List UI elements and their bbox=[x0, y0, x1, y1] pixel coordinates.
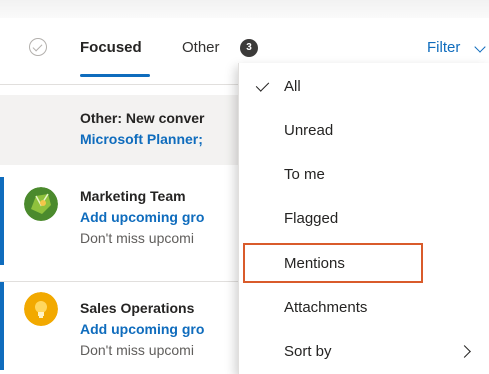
menu-item-label: Flagged bbox=[284, 210, 339, 227]
unread-indicator bbox=[0, 177, 4, 265]
chevron-right-icon bbox=[458, 345, 471, 358]
menu-item-label: Attachments bbox=[284, 299, 368, 316]
filter-dropdown-menu: All Unread To me Flagged Mentions Attach… bbox=[238, 63, 489, 374]
select-all-checkbox[interactable] bbox=[29, 38, 47, 56]
message-subject: Add upcoming gro bbox=[80, 321, 205, 337]
menu-item-flagged[interactable]: Flagged bbox=[239, 199, 489, 239]
mentions-highlight-box bbox=[243, 243, 423, 283]
checkmark-icon bbox=[255, 78, 270, 92]
menu-item-unread[interactable]: Unread bbox=[239, 111, 489, 151]
message-sender: Marketing Team bbox=[80, 188, 186, 204]
tab-other[interactable]: Other bbox=[182, 39, 220, 56]
menu-item-label: Unread bbox=[284, 122, 334, 139]
unread-indicator bbox=[0, 282, 4, 370]
menu-item-attachments[interactable]: Attachments bbox=[239, 288, 489, 328]
message-subject: Add upcoming gro bbox=[80, 209, 205, 225]
message-preview: Don't miss upcomi bbox=[80, 230, 194, 246]
avatar bbox=[24, 292, 58, 326]
filter-button[interactable]: Filter bbox=[427, 39, 460, 56]
message-preview: Don't miss upcomi bbox=[80, 342, 194, 358]
message-sender: Sales Operations bbox=[80, 300, 195, 316]
window-top-strip bbox=[0, 0, 489, 18]
menu-item-all[interactable]: All bbox=[239, 67, 489, 107]
menu-item-label: Sort by bbox=[284, 343, 332, 360]
tab-focused[interactable]: Focused bbox=[80, 39, 142, 56]
avatar bbox=[24, 187, 58, 221]
menu-item-label: All bbox=[284, 78, 301, 95]
group-avatar-icon bbox=[24, 187, 58, 221]
tab-focused-underline bbox=[80, 74, 150, 77]
menu-item-sort-by[interactable]: Sort by bbox=[239, 332, 489, 372]
other-notice-title: Other: New conver bbox=[80, 110, 205, 126]
menu-item-label: To me bbox=[284, 166, 325, 183]
other-notice-link[interactable]: Microsoft Planner; bbox=[80, 131, 203, 147]
other-count-badge: 3 bbox=[240, 39, 258, 57]
lightbulb-avatar-icon bbox=[24, 292, 58, 326]
menu-item-to-me[interactable]: To me bbox=[239, 155, 489, 195]
